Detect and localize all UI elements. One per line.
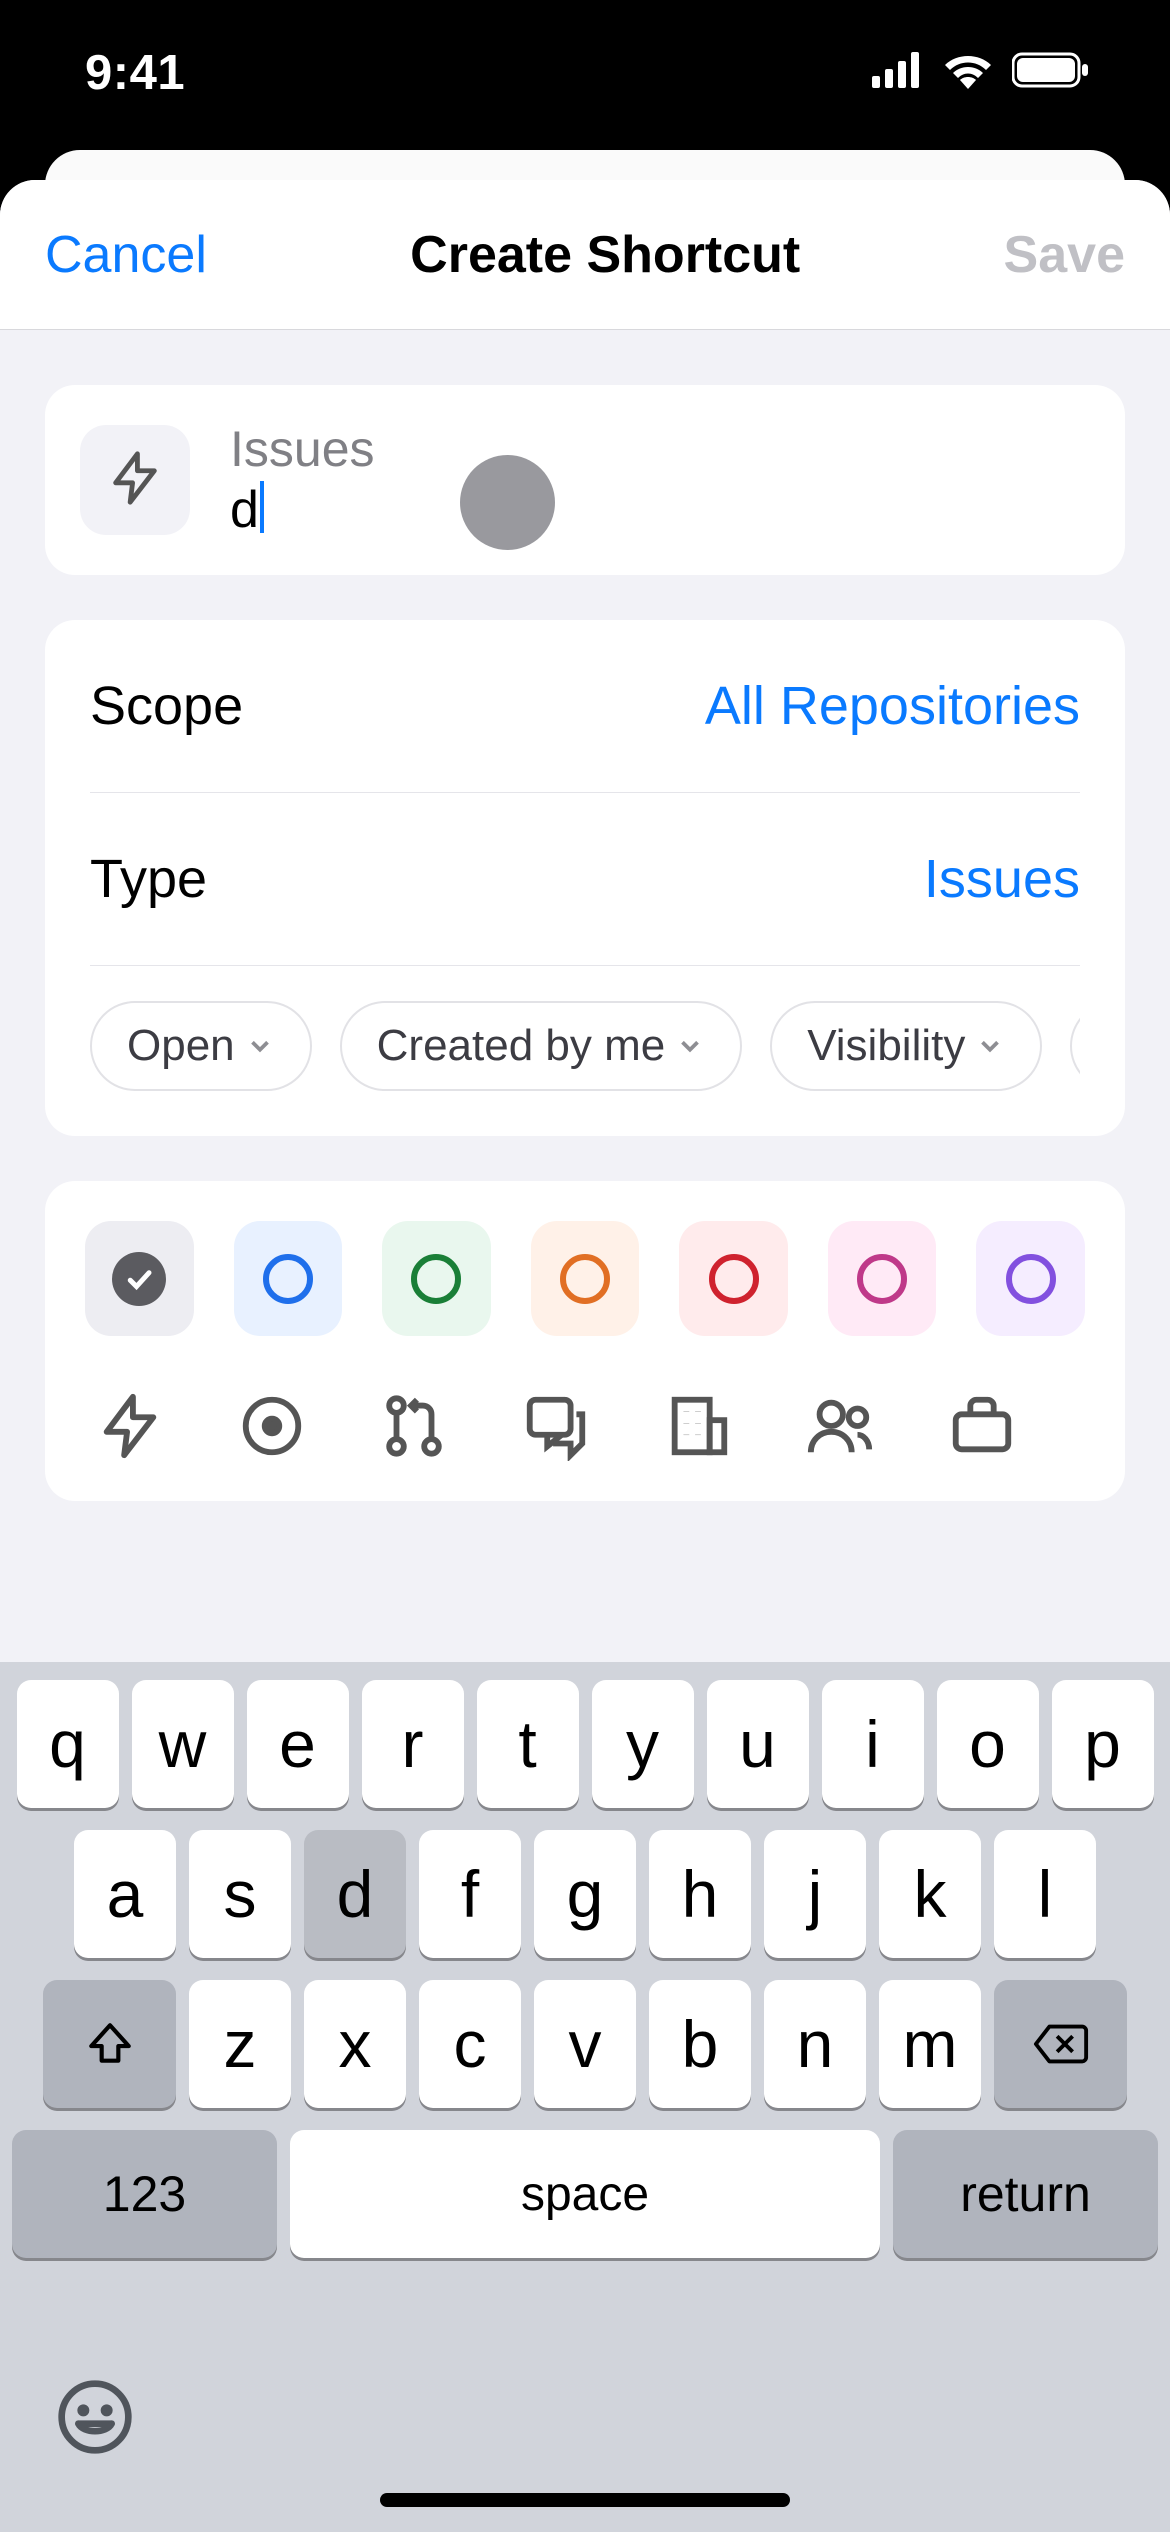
key-u[interactable]: u — [707, 1680, 809, 1808]
filter-chip-organization[interactable]: Organization — [1070, 1001, 1080, 1091]
scope-value: All Repositories — [705, 675, 1080, 737]
save-button[interactable]: Save — [1004, 225, 1125, 285]
type-value: Issues — [924, 848, 1080, 910]
filter-chips-row[interactable]: Open Created by me Visibility Organizati… — [90, 966, 1080, 1136]
shortcut-name-card: Issues d — [45, 385, 1125, 575]
key-n[interactable]: n — [764, 1980, 866, 2108]
color-swatch-blue[interactable] — [234, 1221, 343, 1336]
keyboard: qwertyuiop asdfghjkl zxcvbnm 123 space r… — [0, 1662, 1170, 2532]
color-swatch-orange[interactable] — [531, 1221, 640, 1336]
key-j[interactable]: j — [764, 1830, 866, 1958]
organization-icon[interactable] — [663, 1391, 733, 1461]
shortcut-style-card — [45, 1181, 1125, 1501]
shift-key[interactable] — [43, 1980, 176, 2108]
chevron-down-icon — [675, 1031, 705, 1061]
lightning-icon[interactable] — [95, 1391, 165, 1461]
status-indicators — [872, 51, 1090, 94]
key-c[interactable]: c — [419, 1980, 521, 2108]
touch-indicator — [460, 455, 555, 550]
filter-chip-visibility[interactable]: Visibility — [770, 1001, 1042, 1091]
backspace-key[interactable] — [994, 1980, 1127, 2108]
key-w[interactable]: w — [132, 1680, 234, 1808]
key-i[interactable]: i — [822, 1680, 924, 1808]
color-swatch-red[interactable] — [679, 1221, 788, 1336]
color-swatch-grey[interactable] — [85, 1221, 194, 1336]
chevron-down-icon — [245, 1031, 275, 1061]
text-cursor — [260, 481, 264, 533]
scope-label: Scope — [90, 675, 243, 737]
key-v[interactable]: v — [534, 1980, 636, 2108]
cancel-button[interactable]: Cancel — [45, 225, 207, 285]
key-e[interactable]: e — [247, 1680, 349, 1808]
key-z[interactable]: z — [189, 1980, 291, 2108]
discussion-icon[interactable] — [521, 1391, 591, 1461]
key-k[interactable]: k — [879, 1830, 981, 1958]
key-b[interactable]: b — [649, 1980, 751, 2108]
filter-chip-open[interactable]: Open — [90, 1001, 312, 1091]
key-l[interactable]: l — [994, 1830, 1096, 1958]
color-swatch-purple[interactable] — [976, 1221, 1085, 1336]
scope-row[interactable]: Scope All Repositories — [90, 620, 1080, 793]
return-key[interactable]: return — [893, 2130, 1158, 2258]
cellular-icon — [872, 52, 924, 93]
icon-picker-row — [85, 1336, 1085, 1461]
key-g[interactable]: g — [534, 1830, 636, 1958]
space-key[interactable]: space — [290, 2130, 880, 2258]
status-bar: 9:41 — [0, 0, 1170, 135]
briefcase-icon[interactable] — [947, 1391, 1017, 1461]
key-q[interactable]: q — [17, 1680, 119, 1808]
numbers-key[interactable]: 123 — [12, 2130, 277, 2258]
issue-icon[interactable] — [237, 1391, 307, 1461]
chevron-down-icon — [975, 1031, 1005, 1061]
nav-bar: Cancel Create Shortcut Save — [0, 180, 1170, 330]
key-x[interactable]: x — [304, 1980, 406, 2108]
status-time: 9:41 — [85, 45, 185, 101]
key-f[interactable]: f — [419, 1830, 521, 1958]
key-m[interactable]: m — [879, 1980, 981, 2108]
key-o[interactable]: o — [937, 1680, 1039, 1808]
key-s[interactable]: s — [189, 1830, 291, 1958]
home-indicator[interactable] — [380, 2493, 790, 2507]
lightning-icon — [106, 449, 164, 512]
nav-title: Create Shortcut — [410, 225, 800, 285]
shortcut-name-placeholder: Issues — [230, 420, 375, 478]
type-row[interactable]: Type Issues — [90, 793, 1080, 966]
color-swatch-row — [85, 1221, 1085, 1336]
key-t[interactable]: t — [477, 1680, 579, 1808]
shortcut-name-input[interactable]: d — [230, 480, 375, 540]
filter-chip-created-by-me[interactable]: Created by me — [340, 1001, 743, 1091]
key-h[interactable]: h — [649, 1830, 751, 1958]
key-r[interactable]: r — [362, 1680, 464, 1808]
shortcut-settings-card: Scope All Repositories Type Issues Open … — [45, 620, 1125, 1136]
type-label: Type — [90, 848, 207, 910]
color-swatch-pink[interactable] — [828, 1221, 937, 1336]
shortcut-icon-preview[interactable] — [80, 425, 190, 535]
key-d[interactable]: d — [304, 1830, 406, 1958]
people-icon[interactable] — [805, 1391, 875, 1461]
pull-request-icon[interactable] — [379, 1391, 449, 1461]
key-y[interactable]: y — [592, 1680, 694, 1808]
emoji-key[interactable] — [55, 2377, 135, 2462]
key-a[interactable]: a — [74, 1830, 176, 1958]
key-p[interactable]: p — [1052, 1680, 1154, 1808]
battery-icon — [1012, 51, 1090, 94]
wifi-icon — [942, 51, 994, 94]
color-swatch-green[interactable] — [382, 1221, 491, 1336]
